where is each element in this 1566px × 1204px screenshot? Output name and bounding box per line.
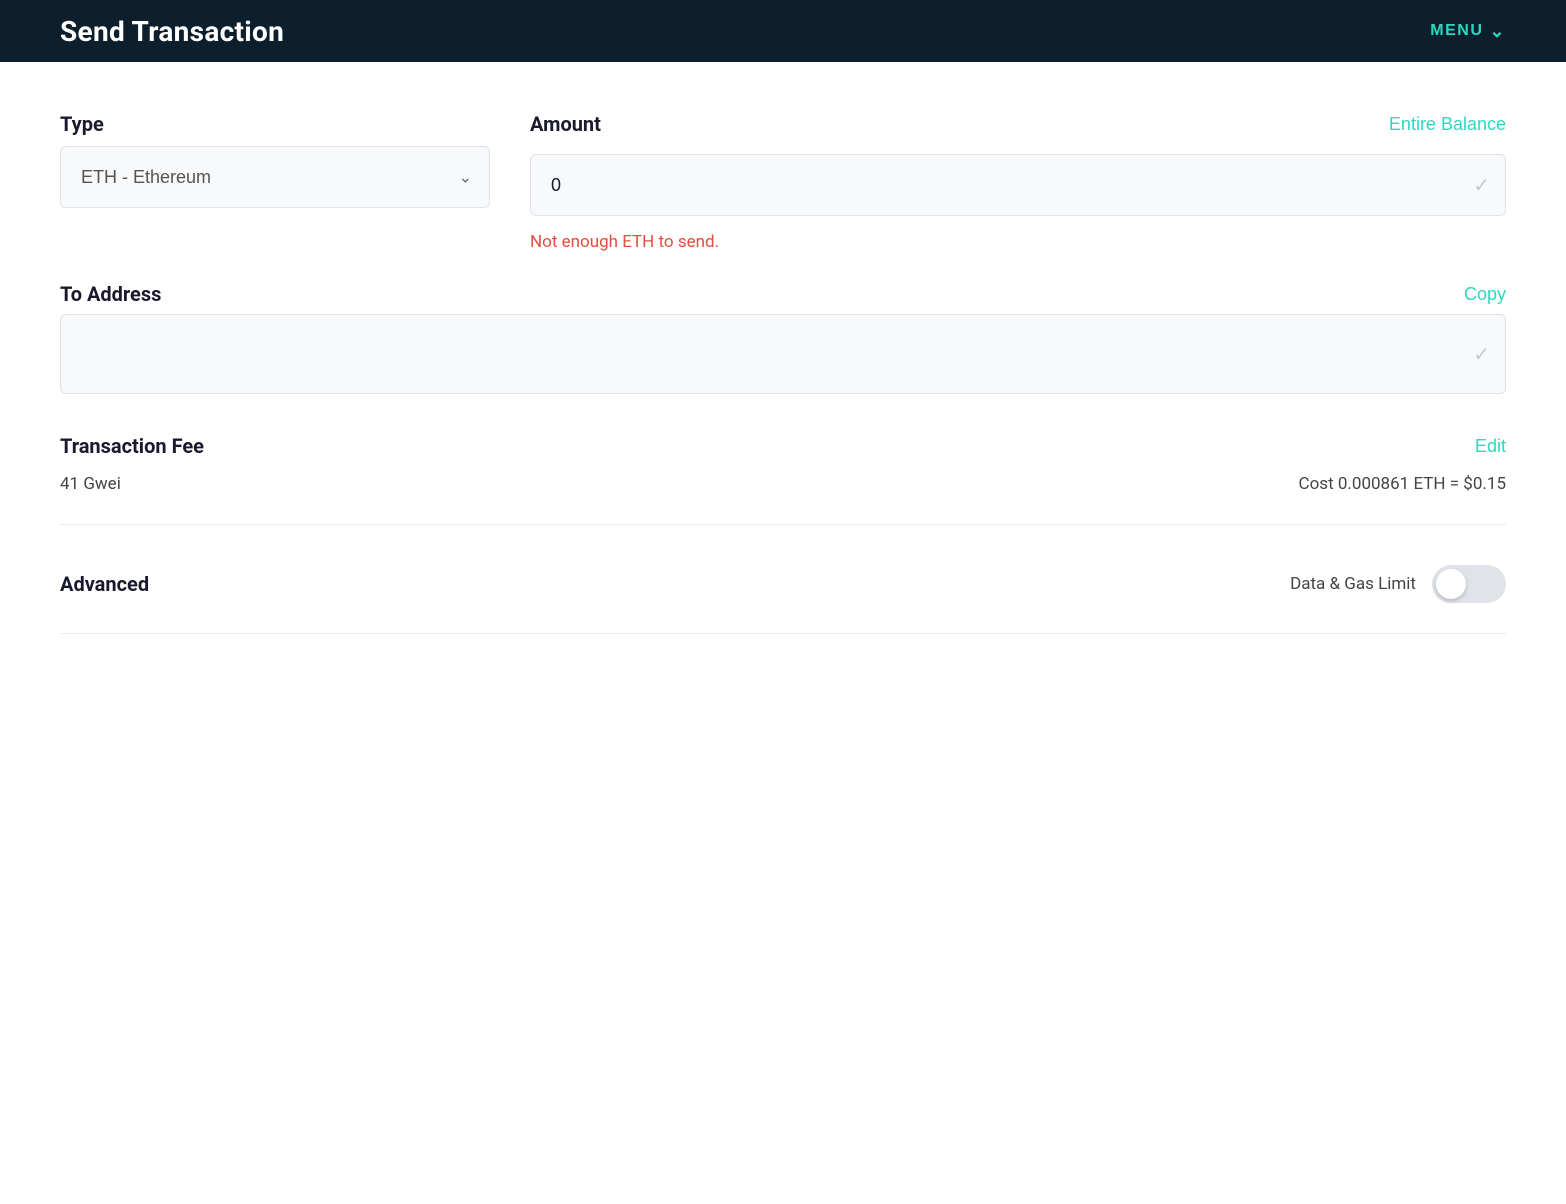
advanced-label: Advanced	[60, 572, 149, 596]
type-amount-row: Type ETH - Ethereum BTC - Bitcoin ⌄ Amou…	[60, 112, 1506, 252]
type-select[interactable]: ETH - Ethereum BTC - Bitcoin	[60, 146, 490, 208]
copy-button[interactable]: Copy	[1464, 284, 1506, 305]
toggle-thumb	[1436, 569, 1466, 599]
menu-button[interactable]: MENU ⌄	[1430, 22, 1506, 40]
to-address-input-wrapper: ✓	[60, 314, 1506, 394]
app-container: Send Transaction MENU ⌄ Type ETH - Ether…	[0, 0, 1566, 1204]
transaction-fee-section: Transaction Fee Edit 41 Gwei Cost 0.0008…	[60, 394, 1506, 525]
to-address-section: To Address Copy ✓	[60, 282, 1506, 394]
to-address-label: To Address	[60, 282, 161, 306]
advanced-header: Advanced Data & Gas Limit	[60, 565, 1506, 603]
fee-cost: Cost 0.000861 ETH = $0.15	[1299, 474, 1506, 494]
type-label: Type	[60, 112, 490, 136]
fee-gwei: 41 Gwei	[60, 474, 121, 494]
transaction-fee-label: Transaction Fee	[60, 434, 204, 458]
amount-error-message: Not enough ETH to send.	[530, 232, 1506, 252]
type-select-wrapper: ETH - Ethereum BTC - Bitcoin ⌄	[60, 146, 490, 208]
amount-label: Amount	[530, 112, 601, 136]
header: Send Transaction MENU ⌄	[0, 0, 1566, 62]
advanced-right: Data & Gas Limit	[1290, 565, 1506, 603]
menu-chevron-icon: ⌄	[1489, 22, 1506, 40]
amount-check-icon: ✓	[1473, 173, 1490, 197]
advanced-section: Advanced Data & Gas Limit	[60, 525, 1506, 634]
amount-input[interactable]	[530, 154, 1506, 216]
type-group: Type ETH - Ethereum BTC - Bitcoin ⌄	[60, 112, 490, 208]
data-gas-limit-label: Data & Gas Limit	[1290, 574, 1416, 594]
entire-balance-button[interactable]: Entire Balance	[1389, 114, 1506, 135]
amount-input-wrapper: ✓	[530, 154, 1506, 216]
toggle-track	[1432, 565, 1506, 603]
fee-header: Transaction Fee Edit	[60, 434, 1506, 458]
page-title: Send Transaction	[60, 15, 284, 48]
edit-fee-button[interactable]: Edit	[1475, 436, 1506, 457]
data-gas-limit-toggle[interactable]	[1432, 565, 1506, 603]
amount-field-header: Amount Entire Balance	[530, 112, 1506, 136]
to-address-field-header: To Address Copy	[60, 282, 1506, 306]
amount-group: Amount Entire Balance ✓ Not enough ETH t…	[530, 112, 1506, 252]
to-address-input[interactable]	[60, 314, 1506, 394]
menu-label: MENU	[1430, 22, 1483, 40]
main-content: Type ETH - Ethereum BTC - Bitcoin ⌄ Amou…	[0, 62, 1566, 1204]
to-address-check-icon: ✓	[1473, 342, 1490, 366]
fee-details: 41 Gwei Cost 0.000861 ETH = $0.15	[60, 474, 1506, 494]
